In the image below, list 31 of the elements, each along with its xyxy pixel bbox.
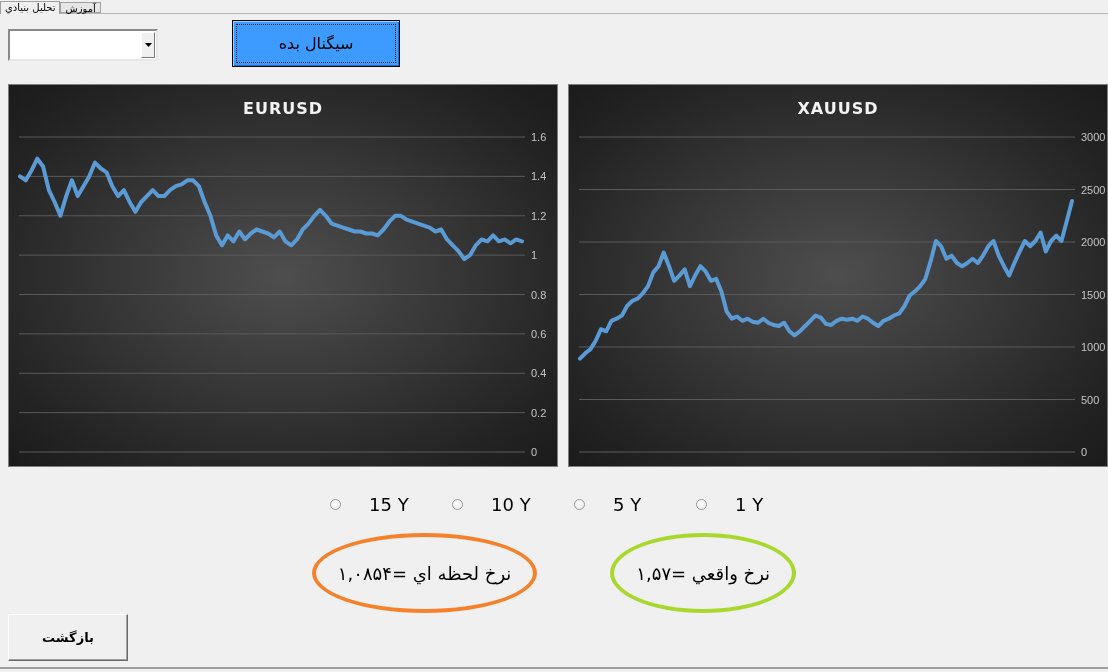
radio-button[interactable]	[330, 498, 341, 510]
tick-label: 500	[1081, 393, 1100, 406]
back-button[interactable]: بازگشت	[8, 614, 128, 661]
radio-label[interactable]: 15 Y	[369, 493, 409, 515]
chart-title: XAUUSD	[797, 98, 879, 120]
tick-label: 1500	[1081, 288, 1106, 301]
tick-label: 2500	[1081, 183, 1106, 196]
tick-label: 1.2	[531, 209, 547, 222]
dropdown-field[interactable]	[8, 29, 158, 61]
radio-button[interactable]	[696, 498, 707, 510]
tick-label: 0.6	[531, 327, 547, 340]
tick-label: 0.2	[531, 406, 547, 419]
dropdown-button[interactable]	[141, 32, 155, 58]
chart-title: EURUSD	[242, 98, 323, 120]
tick-label: 1.4	[531, 170, 547, 183]
tick-label: 2000	[1081, 236, 1106, 248]
radio-label[interactable]: 10 Y	[491, 493, 531, 515]
radio-label[interactable]: 5 Y	[613, 493, 642, 515]
tick-label: 0	[1081, 446, 1088, 458]
radio-label[interactable]: 1 Y	[735, 493, 764, 515]
caret-icon	[144, 43, 152, 47]
tick-label: 1.6	[531, 131, 547, 143]
tick-label: 3000	[1081, 131, 1106, 143]
tick-label: 1000	[1081, 341, 1106, 353]
tick-label: 0	[531, 446, 538, 458]
radio-button[interactable]	[574, 498, 585, 510]
radio-button[interactable]	[452, 498, 463, 510]
tick-label: 0.4	[531, 367, 547, 380]
tick-label: 1	[531, 249, 538, 262]
tick-label: 0.8	[531, 288, 547, 301]
signal-button[interactable]: سیگنال بده	[232, 20, 400, 67]
